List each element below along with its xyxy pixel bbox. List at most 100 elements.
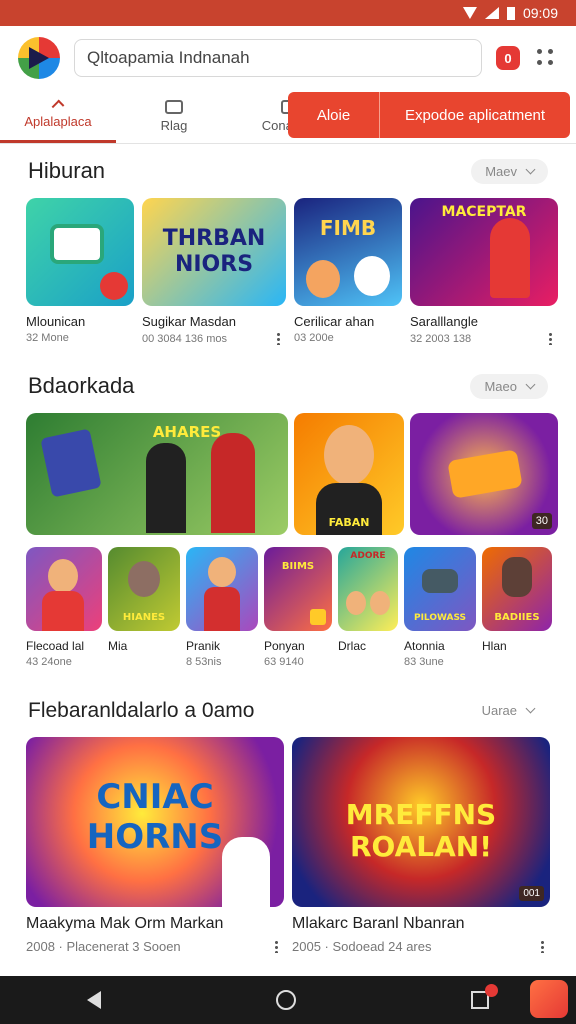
section-recommended: Flebaranldalarlo a 0amo Uarae CNIAC HORN…	[0, 698, 576, 954]
app-card[interactable]: HIANES Mia	[108, 547, 180, 668]
more-options-icon[interactable]	[534, 46, 558, 70]
app-card[interactable]: Flecoad lal 43 24one	[26, 547, 102, 668]
app-thumbnail: FIMB	[294, 198, 402, 306]
thumbnail-text: AHARES	[152, 423, 222, 441]
wifi-icon	[462, 7, 477, 19]
home-icon	[51, 99, 65, 112]
more-button[interactable]: Uarae	[468, 698, 548, 723]
floating-app-icon[interactable]	[530, 980, 568, 1018]
app-logo[interactable]	[18, 37, 60, 79]
chevron-down-icon	[525, 703, 536, 714]
app-thumbnail: PILOWASS	[404, 547, 476, 631]
home-icon[interactable]	[275, 990, 296, 1010]
app-card[interactable]: PILOWASS Atonnia 83 3une	[404, 547, 476, 668]
recents-icon[interactable]	[470, 984, 498, 1009]
app-name: Atonnia	[404, 639, 445, 653]
banner-card[interactable]: FABAN	[294, 413, 404, 535]
more-options-icon[interactable]	[275, 940, 278, 953]
app-name: Pranik	[186, 639, 221, 653]
thumbnail-text: HIANES	[122, 612, 166, 623]
thumbnail-text: MACEPTAR	[441, 204, 527, 220]
app-name: Ponyan	[264, 639, 305, 653]
app-thumbnail: MACEPTAR	[410, 198, 558, 306]
app-name: Mlounican	[26, 314, 86, 329]
app-meta: 83 3une	[404, 656, 444, 668]
banner-badge: 30	[531, 513, 552, 529]
app-card[interactable]: FIMB Cerilicar ahan 03 200e	[294, 198, 402, 345]
app-card[interactable]: THRBAN NIORS Sugikar Masdan 00 3084 136 …	[142, 198, 286, 345]
app-meta: 63 9140	[264, 656, 304, 668]
action-button-left[interactable]: Aloie	[288, 92, 380, 138]
game-meta: 2008 · Placenerat 3 Sooen	[26, 939, 181, 954]
app-thumbnail: BIIMS	[264, 547, 332, 631]
app-card[interactable]: ADORE Drlac	[338, 547, 398, 668]
game-card[interactable]: MREFFNS ROALAN! 001 Mlakarc Baranl Nbanr…	[292, 737, 550, 954]
app-meta: 32 2003 138	[410, 332, 472, 345]
app-meta: 03 200e	[294, 332, 334, 344]
more-options-icon[interactable]	[549, 332, 552, 345]
action-button-right[interactable]: Expodoe aplicatment	[380, 92, 570, 138]
thumbnail-text: PILOWASS	[413, 613, 467, 623]
search-input[interactable]: Qltoapamia Indnanah	[74, 39, 482, 77]
app-card[interactable]: MACEPTAR Saralllangle 32 2003 138	[410, 198, 558, 345]
back-icon[interactable]	[87, 991, 102, 1009]
app-card[interactable]: Pranik 8 53nis	[186, 547, 258, 668]
app-card[interactable]: Mlounican 32 Mone	[26, 198, 134, 345]
thumbnail-text: BADIIES	[494, 612, 540, 623]
app-meta: 32 Mone	[26, 332, 69, 344]
banner-card[interactable]: AHARES	[26, 413, 288, 535]
more-label: Uarae	[481, 703, 517, 718]
recents-badge	[484, 984, 498, 997]
app-card[interactable]: BADIIES Hlan	[482, 547, 552, 668]
app-name: Cerilicar ahan	[294, 314, 375, 329]
thumbnail-text: BIIMS	[281, 561, 315, 572]
tab-label: Rlag	[160, 118, 188, 133]
top-bar: Qltoapamia Indnanah 0	[0, 26, 576, 90]
battery-icon	[506, 6, 515, 20]
more-button[interactable]: Maeo	[470, 373, 548, 399]
app-name: Flecoad lal	[26, 639, 85, 653]
app-thumbnail: THRBAN NIORS	[142, 198, 286, 306]
action-button-group: Aloie Expodoe aplicatment	[288, 92, 570, 138]
chevron-down-icon	[525, 164, 536, 174]
app-thumbnail	[26, 547, 102, 631]
section-entertainment: Hiburan Maev Mlounican 32 Mone THRBAN NI…	[0, 158, 576, 345]
section-title: Hiburan	[28, 158, 106, 183]
thumbnail-text: FIMB	[319, 216, 377, 240]
signal-icon	[484, 7, 499, 19]
image-icon	[165, 100, 183, 114]
tab-apps[interactable]: Aplalaplaca	[0, 90, 116, 143]
more-options-icon[interactable]	[541, 940, 544, 953]
more-label: Maeo	[484, 378, 517, 394]
game-thumbnail: MREFFNS ROALAN! 001	[292, 737, 550, 907]
system-nav-bar	[0, 976, 576, 1024]
more-label: Maev	[485, 163, 517, 179]
app-name: Drlac	[338, 639, 367, 653]
app-meta: 00 3084 136 mos	[142, 332, 228, 345]
app-name: Mia	[108, 639, 128, 653]
game-card[interactable]: CNIAC HORNS Maakyma Mak Orm Markan 2008 …	[26, 737, 284, 954]
section-popular: Bdaorkada Maeo AHARES FABAN 30 Flecoad l…	[0, 373, 576, 668]
app-card[interactable]: BIIMS Ponyan 63 9140	[264, 547, 332, 668]
game-thumbnail: CNIAC HORNS	[26, 737, 284, 907]
app-meta: 8 53nis	[186, 656, 222, 668]
app-thumbnail: ADORE	[338, 547, 398, 631]
tab-games[interactable]: Rlag	[116, 90, 232, 143]
thumbnail-text: FABAN	[328, 516, 370, 529]
app-thumbnail: BADIIES	[482, 547, 552, 631]
banner-card[interactable]: 30	[410, 413, 558, 535]
game-name: Mlakarc Baranl Nbanran	[292, 915, 465, 932]
app-meta: 43 24one	[26, 656, 72, 668]
notification-icon[interactable]: 0	[496, 46, 520, 70]
section-title: Flebaranldalarlo a 0amo	[28, 698, 255, 722]
app-thumbnail	[26, 198, 134, 306]
more-options-icon[interactable]	[277, 332, 280, 345]
app-thumbnail: HIANES	[108, 547, 180, 631]
game-badge: 001	[519, 886, 544, 901]
thumbnail-text: MREFFNS ROALAN!	[345, 798, 497, 863]
app-thumbnail	[186, 547, 258, 631]
app-name: Hlan	[482, 639, 507, 653]
game-meta: 2005 · Sodoead 24 ares	[292, 939, 432, 954]
tab-label: Aplalaplaca	[24, 113, 92, 129]
more-button[interactable]: Maev	[471, 158, 548, 184]
